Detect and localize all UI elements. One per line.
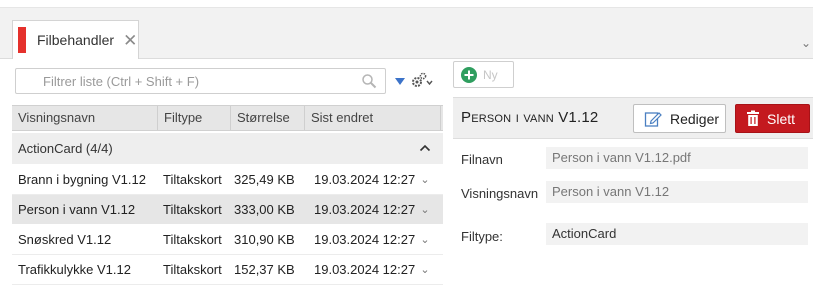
filename-field[interactable]: Person i vann V1.12.pdf (546, 147, 808, 169)
chevron-down-icon[interactable]: ⌄ (801, 36, 811, 50)
cell-name: Snøskred V1.12 (18, 232, 112, 247)
tab-bar: Filbehandler ✕ ⌄ (0, 8, 813, 59)
chevron-down-icon[interactable]: ⌄ (415, 233, 435, 246)
cell-type: Tiltakskort (163, 232, 222, 247)
trash-icon (747, 110, 759, 126)
cell-type: Tiltakskort (163, 262, 222, 277)
table-row[interactable]: Snøskred V1.12 Tiltakskort 310,90 KB 19.… (12, 225, 443, 254)
file-type-field[interactable]: ActionCard (546, 223, 808, 245)
search-icon[interactable] (361, 73, 377, 89)
new-button-label: Ny (483, 67, 498, 82)
tab-accent-marker (18, 27, 26, 53)
gear-icon[interactable] (409, 72, 433, 90)
cell-size: 333,00 KB (234, 202, 295, 217)
cell-name: Brann i bygning V1.12 (18, 172, 146, 187)
window-top-strip (0, 0, 813, 8)
table-row[interactable]: Person i vann V1.12 Tiltakskort 333,00 K… (12, 195, 443, 224)
delete-button-label: Slett (767, 110, 796, 127)
chevron-down-icon[interactable]: ⌄ (415, 173, 435, 186)
field-label-filtype: Filtype: (461, 229, 503, 244)
file-list-panel: Visningsnavn Filtype Størrelse Sist endr… (12, 60, 443, 297)
filter-dropdown-icon[interactable] (395, 78, 405, 85)
field-label-filnavn: Filnavn (461, 152, 503, 167)
row-divider (12, 284, 443, 285)
tab-filbehandler[interactable]: Filbehandler ✕ (12, 20, 139, 59)
column-header-sist-endret[interactable]: Sist endret (305, 106, 441, 130)
filter-field[interactable] (15, 68, 386, 94)
table-row[interactable]: Brann i bygning V1.12 Tiltakskort 325,49… (12, 165, 443, 194)
cell-size: 325,49 KB (234, 172, 295, 187)
filter-toolbar (12, 60, 443, 101)
tab-label: Filbehandler (37, 32, 115, 48)
filter-input[interactable] (43, 69, 363, 93)
cell-modified: 19.03.2024 12:27 (314, 262, 416, 277)
table-row[interactable]: Trafikkulykke V1.12 Tiltakskort 152,37 K… (12, 255, 443, 284)
cell-type: Tiltakskort (163, 202, 222, 217)
cell-modified: 19.03.2024 12:27 (314, 232, 416, 247)
cell-type: Tiltakskort (163, 172, 222, 187)
field-label-visningsnavn: Visningsnavn (461, 186, 539, 201)
add-icon (461, 66, 477, 83)
cell-name: Person i vann V1.12 (18, 202, 136, 217)
display-name-field[interactable]: Person i vann V1.12 (546, 181, 808, 203)
group-label: ActionCard (4/4) (18, 141, 113, 156)
cell-size: 152,37 KB (234, 262, 295, 277)
record-title: Person i vann V1.12 (461, 109, 599, 126)
close-icon[interactable]: ✕ (123, 32, 137, 49)
column-header-storrelse[interactable]: Størrelse (231, 106, 305, 130)
column-header-visningsnavn[interactable]: Visningsnavn (12, 106, 158, 130)
delete-button[interactable]: Slett (735, 104, 810, 133)
group-row-actioncard[interactable]: ActionCard (4/4) (12, 133, 443, 164)
cell-modified: 19.03.2024 12:27 (314, 202, 416, 217)
detail-header: Person i vann V1.12 Rediger Slett (453, 97, 813, 139)
column-header-filtype[interactable]: Filtype (158, 106, 231, 130)
edit-button-label: Rediger (670, 110, 720, 127)
cell-name: Trafikkulykke V1.12 (18, 262, 131, 277)
chevron-down-icon[interactable]: ⌄ (415, 263, 435, 276)
edit-button[interactable]: Rediger (633, 104, 726, 133)
cell-size: 310,90 KB (234, 232, 295, 247)
chevron-down-icon[interactable]: ⌄ (415, 203, 435, 216)
edit-icon (644, 111, 662, 127)
detail-panel: Ny Person i vann V1.12 Rediger Slett Fil… (453, 60, 813, 297)
new-button[interactable]: Ny (453, 61, 514, 88)
cell-modified: 19.03.2024 12:27 (314, 172, 416, 187)
grid-header: Visningsnavn Filtype Størrelse Sist endr… (12, 105, 443, 131)
chevron-up-icon[interactable] (419, 142, 431, 154)
